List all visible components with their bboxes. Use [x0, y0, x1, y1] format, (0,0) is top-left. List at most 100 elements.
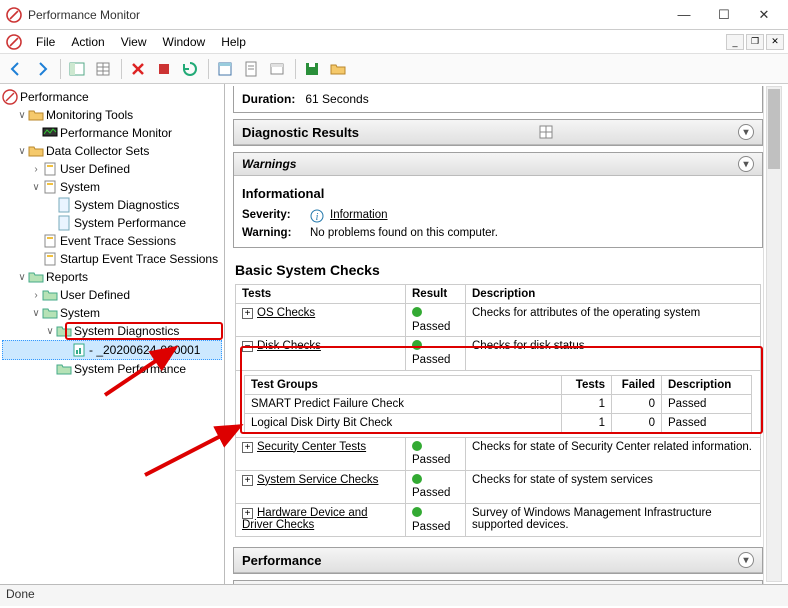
- result-text: Passed: [412, 321, 450, 333]
- service-desc: Checks for state of system services: [466, 470, 761, 503]
- expand-icon[interactable]: +: [242, 508, 253, 519]
- menu-window[interactable]: Window: [155, 30, 214, 54]
- status-bar: Done: [0, 584, 788, 606]
- tree-reports-system[interactable]: ∨System: [2, 304, 222, 322]
- section-title: Warnings: [242, 157, 296, 171]
- collapse-icon[interactable]: −: [242, 341, 253, 352]
- mdi-restore-button[interactable]: ❐: [746, 34, 764, 50]
- open-folder-button[interactable]: [326, 57, 350, 81]
- collapse-toggle-icon[interactable]: ▾: [738, 124, 754, 140]
- warning-label: Warning:: [242, 227, 310, 239]
- row-hardware: +Hardware Device and Driver Checks Passe…: [236, 504, 761, 537]
- tree-dcs-system-performance[interactable]: System Performance: [2, 214, 222, 232]
- security-tests-link[interactable]: Security Center Tests: [257, 441, 366, 453]
- report-icon: [71, 342, 87, 358]
- tree-reports-system-diagnostics[interactable]: ∨ System Diagnostics: [2, 322, 222, 340]
- tree-label: Performance: [20, 90, 89, 104]
- properties-button[interactable]: [91, 57, 115, 81]
- tree-event-trace-sessions[interactable]: Event Trace Sessions: [2, 232, 222, 250]
- tg-name: Logical Disk Dirty Bit Check: [245, 413, 562, 432]
- tree-report-selected[interactable]: - _20200624-000001: [2, 340, 222, 360]
- show-hide-tree-button[interactable]: [65, 57, 89, 81]
- expand-icon[interactable]: +: [242, 475, 253, 486]
- disk-test-groups-table: Test Groups Tests Failed Description SMA…: [244, 375, 752, 433]
- tree-root-performance[interactable]: Performance: [2, 88, 222, 106]
- severity-value[interactable]: Information: [330, 209, 388, 223]
- menu-file[interactable]: File: [28, 30, 63, 54]
- tree-data-collector-sets[interactable]: ∨Data Collector Sets: [2, 142, 222, 160]
- view-log-button[interactable]: [213, 57, 237, 81]
- section-software-config[interactable]: Software Configuration ▾: [234, 581, 762, 584]
- collapse-toggle-icon[interactable]: ▾: [738, 552, 754, 568]
- expand-icon[interactable]: +: [242, 308, 253, 319]
- collapse-icon[interactable]: ∨: [30, 182, 42, 193]
- section-warnings[interactable]: Warnings ▾: [234, 153, 762, 176]
- os-checks-link[interactable]: OS Checks: [257, 307, 315, 319]
- stop-button[interactable]: [152, 57, 176, 81]
- collapse-icon[interactable]: ∨: [16, 272, 28, 283]
- collapse-icon[interactable]: ∨: [16, 146, 28, 157]
- row-os-checks: +OS Checks Passed Checks for attributes …: [236, 304, 761, 337]
- tree-label: System Performance: [74, 216, 186, 230]
- hardware-tests-link[interactable]: Hardware Device and Driver Checks: [242, 507, 368, 531]
- security-desc: Checks for state of Security Center rela…: [466, 437, 761, 470]
- menu-help[interactable]: Help: [213, 30, 254, 54]
- mdi-close-button[interactable]: ✕: [766, 34, 784, 50]
- menu-action[interactable]: Action: [63, 30, 112, 54]
- report-folder-icon: [28, 269, 44, 285]
- folder-icon: [28, 107, 44, 123]
- navigation-tree[interactable]: Performance ∨Monitoring Tools Performanc…: [0, 84, 225, 584]
- section-diagnostic-results[interactable]: Diagnostic Results ▾: [234, 120, 762, 145]
- tg-row-smart: SMART Predict Failure Check 1 0 Passed: [245, 394, 752, 413]
- collapse-icon[interactable]: ∨: [44, 326, 56, 337]
- section-title: Performance: [242, 553, 321, 568]
- tree-reports-user-defined[interactable]: ›User Defined: [2, 286, 222, 304]
- tree-reports[interactable]: ∨ Reports: [2, 268, 222, 286]
- tree-startup-event-trace[interactable]: Startup Event Trace Sessions: [2, 250, 222, 268]
- tg-row-dirtybit: Logical Disk Dirty Bit Check 1 0 Passed: [245, 413, 752, 432]
- menu-view[interactable]: View: [113, 30, 155, 54]
- section-performance[interactable]: Performance ▾: [234, 548, 762, 573]
- tree-performance-monitor[interactable]: Performance Monitor: [2, 124, 222, 142]
- forward-button[interactable]: [30, 57, 54, 81]
- expand-icon[interactable]: +: [242, 442, 253, 453]
- row-system-service: +System Service Checks Passed Checks for…: [236, 470, 761, 503]
- tree-dcs-user-defined[interactable]: ›User Defined: [2, 160, 222, 178]
- back-button[interactable]: [4, 57, 28, 81]
- collapse-toggle-icon[interactable]: ▾: [738, 156, 754, 172]
- delete-button[interactable]: [126, 57, 150, 81]
- app-icon: [6, 7, 22, 23]
- tree-dcs-system[interactable]: ∨ System: [2, 178, 222, 196]
- collapse-icon[interactable]: ∨: [16, 110, 28, 121]
- menu-bar: File Action View Window Help _ ❐ ✕: [0, 30, 788, 54]
- tree-reports-system-performance[interactable]: System Performance: [2, 360, 222, 378]
- col-description: Description: [466, 285, 761, 304]
- tree-label: Reports: [46, 270, 88, 284]
- expand-icon[interactable]: ›: [30, 164, 42, 175]
- report-pane: Duration: 61 Seconds Diagnostic Results …: [225, 84, 788, 584]
- doc-icon: [6, 34, 22, 50]
- close-button[interactable]: ✕: [744, 2, 784, 28]
- tg-tests: 1: [562, 394, 612, 413]
- refresh-button[interactable]: [178, 57, 202, 81]
- report-folder-icon: [42, 287, 58, 303]
- disk-checks-link[interactable]: Disk Checks: [257, 340, 321, 352]
- result-text: Passed: [412, 354, 450, 366]
- expand-icon[interactable]: ›: [30, 290, 42, 301]
- service-tests-link[interactable]: System Service Checks: [257, 474, 378, 486]
- maximize-button[interactable]: ☐: [704, 2, 744, 28]
- report-folder-icon: [56, 361, 72, 377]
- scrollbar-thumb[interactable]: [768, 89, 780, 169]
- minimize-button[interactable]: —: [664, 2, 704, 28]
- vertical-scrollbar[interactable]: [766, 86, 782, 582]
- tree-label: System: [60, 180, 100, 194]
- mdi-minimize-button[interactable]: _: [726, 34, 744, 50]
- tree-dcs-system-diagnostics[interactable]: System Diagnostics: [2, 196, 222, 214]
- tg-failed: 0: [612, 394, 662, 413]
- tree-monitoring-tools[interactable]: ∨Monitoring Tools: [2, 106, 222, 124]
- collapse-icon[interactable]: ∨: [30, 308, 42, 319]
- view-folder-button[interactable]: [265, 57, 289, 81]
- tree-label: System Diagnostics: [74, 324, 179, 338]
- save-settings-button[interactable]: [300, 57, 324, 81]
- view-report-button[interactable]: [239, 57, 263, 81]
